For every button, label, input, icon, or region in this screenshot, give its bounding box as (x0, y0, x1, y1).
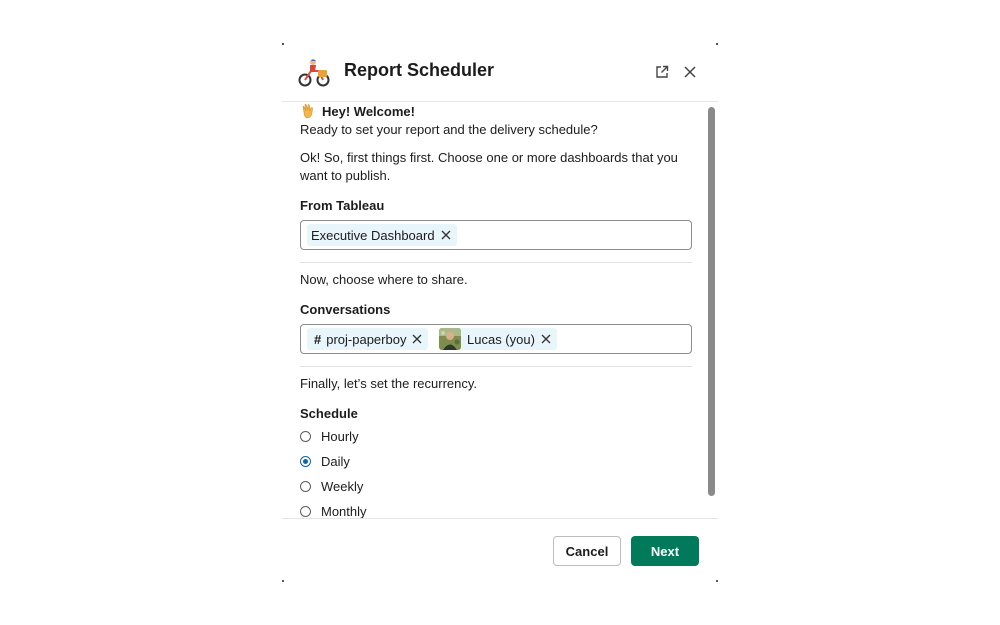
radio-button[interactable] (300, 430, 311, 442)
report-scheduler-modal: Report Scheduler Hey! Welcome! Ready to … (282, 43, 718, 582)
intro-subtitle: Ready to set your report and the deliver… (300, 122, 598, 137)
radio-label: Hourly (321, 428, 359, 444)
channel-chip: # proj-paperboy (307, 328, 429, 350)
welcome-text: Hey! Welcome! (322, 104, 415, 119)
schedule-option-weekly[interactable]: Weekly (300, 477, 363, 495)
radio-button[interactable] (300, 480, 311, 492)
close-icon[interactable] (541, 334, 551, 344)
modal-body[interactable]: Hey! Welcome! Ready to set your report a… (282, 102, 718, 518)
chip-label: Lucas (you) (467, 331, 535, 347)
schedule-option-monthly[interactable]: Monthly (300, 502, 367, 518)
modal-title: Report Scheduler (344, 60, 495, 80)
chip-label: Executive Dashboard (311, 227, 435, 243)
close-icon[interactable] (441, 230, 451, 240)
radio-label: Monthly (321, 503, 367, 519)
dashboard-select-field[interactable]: Executive Dashboard (300, 220, 692, 250)
radio-button-selected[interactable] (300, 455, 311, 467)
waving-hand-icon (302, 104, 313, 119)
schedule-label: Schedule (300, 406, 358, 421)
scrollbar[interactable] (708, 107, 715, 496)
modal-header: Report Scheduler (282, 43, 718, 102)
divider (300, 262, 692, 263)
next-button[interactable]: Next (631, 536, 699, 566)
chip-label: proj-paperboy (326, 331, 407, 347)
welcome-heading: Hey! Welcome! (300, 103, 415, 119)
close-icon[interactable] (680, 62, 700, 82)
schedule-option-hourly[interactable]: Hourly (300, 427, 359, 445)
instructions-line-1: Ok! So, first things first. Choose one o… (300, 150, 678, 165)
instructions-line-2: want to publish. (300, 168, 391, 183)
hash-icon: # (314, 331, 322, 347)
cancel-button[interactable]: Cancel (553, 536, 621, 566)
dashboard-chip: Executive Dashboard (307, 224, 457, 246)
user-chip: Lucas (you) (439, 328, 557, 350)
external-link-icon[interactable] (652, 62, 672, 82)
schedule-option-daily[interactable]: Daily (300, 452, 350, 470)
user-avatar (439, 328, 461, 350)
radio-label: Weekly (321, 478, 364, 494)
share-prompt: Now, choose where to share. (300, 272, 468, 287)
divider (300, 366, 692, 367)
tableau-label: From Tableau (300, 198, 385, 213)
delivery-bike-icon (298, 59, 330, 87)
radio-button[interactable] (300, 505, 311, 517)
conversations-label: Conversations (300, 302, 391, 317)
conversations-select-field[interactable]: # proj-paperboy Lucas (you) (300, 324, 692, 354)
close-icon[interactable] (412, 334, 422, 344)
schedule-prompt: Finally, let’s set the recurrency. (300, 376, 478, 391)
radio-label: Daily (321, 453, 350, 469)
modal-footer: Cancel Next (282, 518, 718, 583)
